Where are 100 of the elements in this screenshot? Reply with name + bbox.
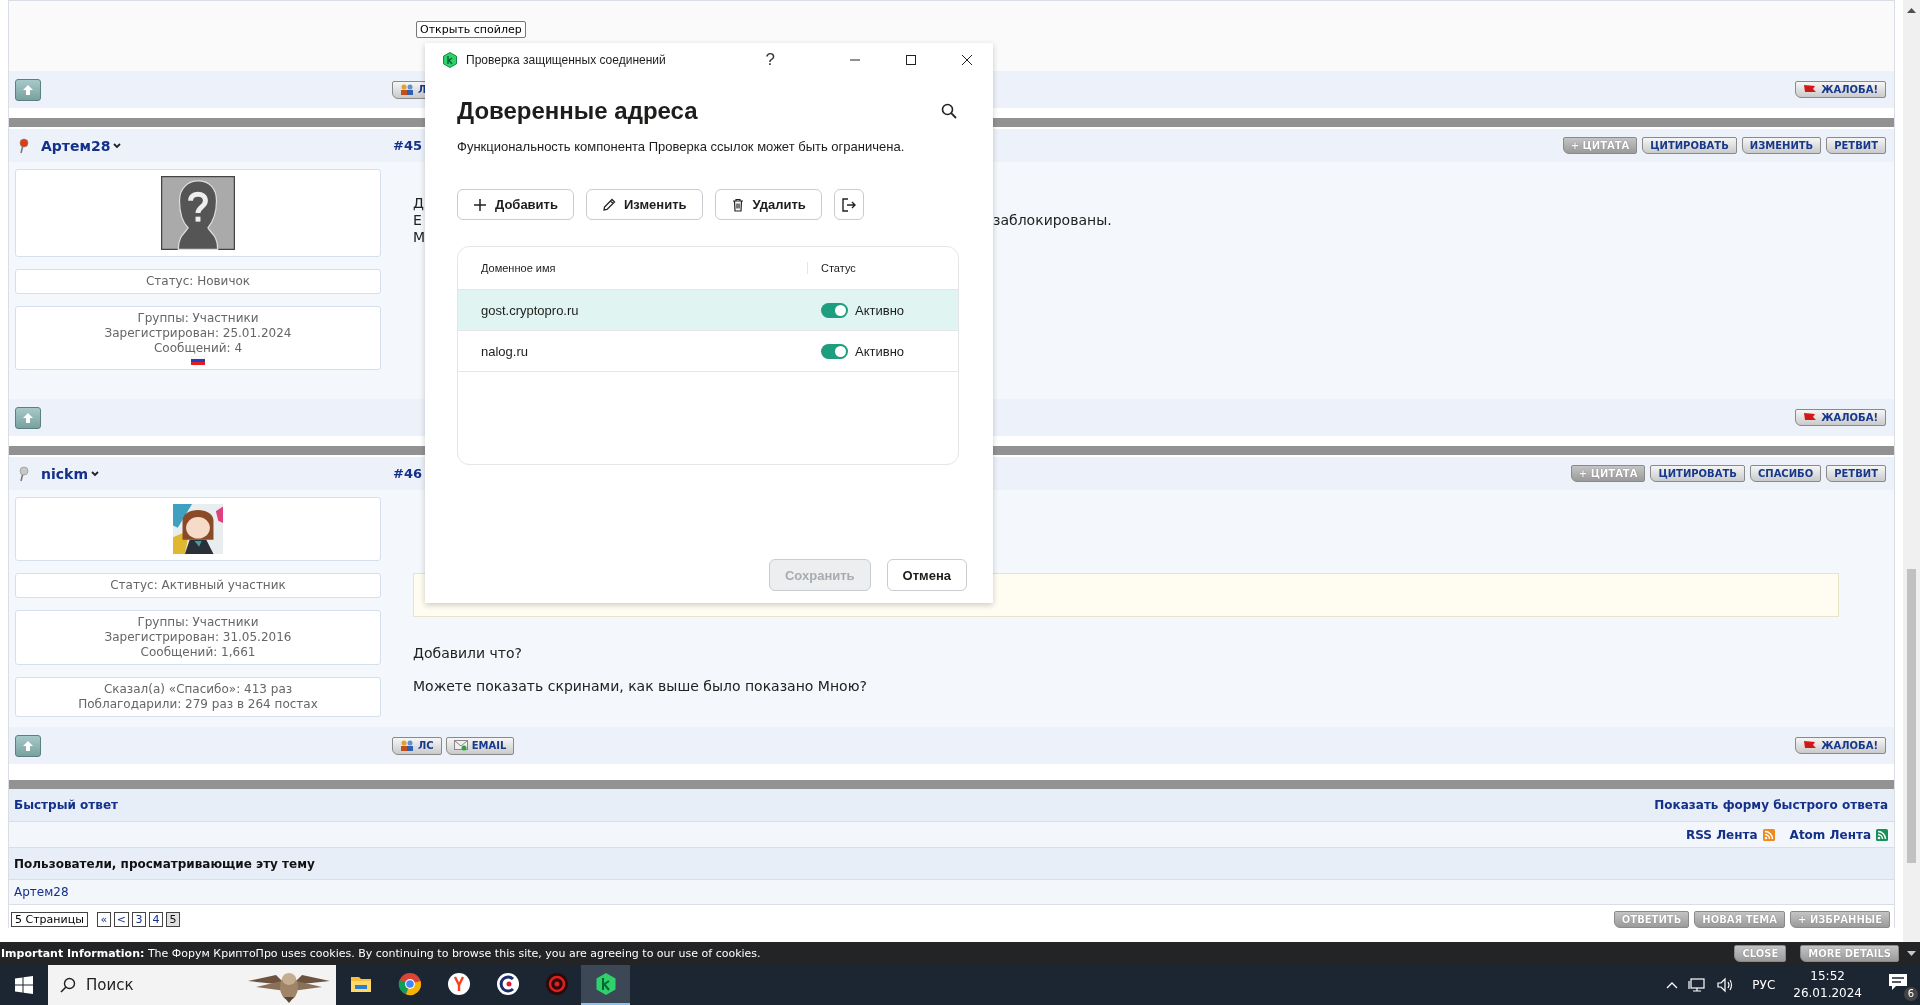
user-info-text: Сообщений: 4 (153, 341, 243, 356)
flag-icon (1803, 84, 1818, 95)
spoiler-button[interactable]: Открыть спойлер (416, 21, 526, 38)
domain-name: nalog.ru (480, 343, 529, 359)
maximize-icon[interactable] (905, 54, 917, 66)
page-link[interactable]: 4 (149, 912, 164, 927)
volume-icon[interactable] (1716, 977, 1735, 993)
scroll-up-button[interactable] (15, 734, 41, 757)
post-action-button[interactable]: РЕТВИТ (1826, 137, 1886, 154)
toolbar-button[interactable]: Добавить (457, 189, 574, 220)
default-avatar-icon (161, 176, 235, 250)
dialog-button[interactable]: Отмена (886, 559, 967, 591)
scroll-up-arrow-icon[interactable] (1907, 8, 1916, 13)
page-link[interactable]: 3 (132, 912, 147, 927)
user-info-text: Сообщений: 1,661 (140, 645, 256, 660)
clock[interactable]: 15:52 26.01.2024 (1793, 968, 1862, 1002)
username-link[interactable]: nickm (41, 465, 99, 482)
post-action-button[interactable]: РЕТВИТ (1826, 465, 1886, 482)
toolbar-button[interactable]: Изменить (585, 189, 703, 220)
toolbar-button[interactable]: Удалить (714, 189, 822, 220)
search-icon (60, 977, 76, 993)
post-action-button[interactable]: СПАСИБО (1749, 465, 1822, 482)
app-logo-icon (442, 52, 458, 68)
user-status-text: Статус: Активный участник (110, 578, 286, 593)
taskbar-search-field[interactable]: Поиск (48, 965, 336, 1005)
status-text: Активно (855, 302, 905, 318)
language-indicator[interactable]: РУС (1752, 978, 1776, 992)
trash-icon (730, 197, 745, 212)
show-hidden-icons-icon[interactable] (1666, 981, 1679, 989)
viewer-link[interactable]: Артем28 (14, 885, 69, 899)
username-link[interactable]: Артем28 (41, 137, 122, 154)
browser-icon (446, 972, 471, 996)
feed-icon[interactable] (1876, 828, 1888, 841)
post-text: Добавили что? (413, 645, 523, 661)
user-info-text: Группы: Участники (137, 615, 259, 630)
window-title: Проверка защищенных соединений (466, 53, 667, 67)
app-icon (495, 972, 520, 996)
user-thanks-text: Сказал(а) «Спасибо»: 413 раз (103, 682, 293, 697)
search-icon[interactable] (941, 103, 957, 119)
start-icon[interactable] (15, 976, 33, 994)
network-icon[interactable] (1688, 977, 1707, 993)
column-header: Статус (820, 262, 856, 274)
help-button[interactable]: ? (765, 50, 775, 70)
domain-row[interactable]: gost.cryptopro.ru Активно (458, 289, 958, 330)
scroll-up-button[interactable] (15, 406, 41, 429)
envelope-icon (453, 740, 468, 751)
post-text: Д (413, 195, 424, 212)
user-thanks-text: Поблагодарили: 279 раз в 264 постах (78, 697, 318, 712)
column-header: Доменное имя (458, 262, 808, 274)
cookie-notice: Important Information: The Форум КриптоПро uses cookies. By continuing to browse this site, you are agreeing to our use of cookies. (0, 947, 761, 960)
post-number-link[interactable]: #45 (393, 138, 422, 153)
pencil-icon (601, 197, 616, 212)
show-quick-reply-link[interactable]: Показать форму быстрого ответа (1654, 798, 1888, 812)
post-text: М (413, 229, 426, 246)
caret-icon (90, 470, 99, 477)
email-button[interactable]: EMAIL (445, 736, 515, 755)
user-status-text: Статус: Новичок (145, 274, 251, 289)
status-text: Активно (855, 343, 905, 359)
post-text: заблокированы. (993, 212, 1112, 229)
private-message-button[interactable]: ЛС (392, 736, 442, 755)
notification-badge: 6 (1904, 987, 1918, 1001)
quick-reply-link[interactable]: Быстрый ответ (14, 798, 118, 812)
user-info-text: Зарегистрирован: 31.05.2016 (104, 630, 292, 645)
post-text: Е (413, 212, 422, 229)
status-toggle[interactable] (821, 343, 848, 359)
report-button[interactable]: ЖАЛОБА! (1795, 737, 1886, 754)
page-link[interactable]: 5 (166, 912, 181, 927)
report-button[interactable]: ЖАЛОБА! (1795, 409, 1886, 426)
browser-icon (397, 972, 422, 996)
post-action-button[interactable]: ИЗМЕНИТЬ (1741, 137, 1822, 154)
domain-row[interactable]: nalog.ru Активно (458, 330, 958, 372)
scrollbar[interactable] (1903, 0, 1920, 942)
page-link[interactable]: « (96, 912, 111, 927)
users-icon (400, 83, 414, 96)
flag-icon (1803, 740, 1818, 751)
viewers-title: Пользователи, просматривающие эту тему (14, 856, 315, 871)
notification-icon[interactable] (1888, 973, 1908, 991)
user-info-text: Зарегистрирован: 25.01.2024 (104, 326, 292, 341)
domain-name: gost.cryptopro.ru (480, 302, 580, 318)
dialog-subtitle: Функциональность компонента Проверка ссылок может быть ограничена. (457, 139, 906, 154)
page-link[interactable]: < (113, 912, 130, 927)
scroll-up-button[interactable] (15, 78, 41, 101)
exit-arrow-icon (840, 196, 857, 213)
feed-link[interactable]: RSS Лента (1685, 827, 1758, 842)
scrollbar-thumb[interactable] (1907, 569, 1916, 863)
users-icon (400, 739, 414, 752)
export-button[interactable] (833, 189, 864, 220)
status-toggle[interactable] (821, 302, 848, 318)
app-logo-icon (593, 972, 618, 996)
feed-link[interactable]: Atom Лента (1789, 827, 1871, 842)
user-info-text: Группы: Участники (137, 311, 259, 326)
post-action-button[interactable]: ЦИТИРОВАТЬ (1650, 465, 1745, 482)
scroll-down-arrow-icon[interactable] (1907, 951, 1916, 956)
close-icon[interactable] (961, 54, 973, 66)
post-number-link[interactable]: #46 (393, 466, 422, 481)
arrow-up-icon (22, 83, 34, 96)
dialog-heading: Доверенные адреса (457, 97, 698, 125)
post-action-button[interactable]: ЦИТИРОВАТЬ (1642, 137, 1737, 154)
arrow-up-icon (22, 411, 34, 424)
report-button[interactable]: ЖАЛОБА! (1795, 81, 1886, 98)
